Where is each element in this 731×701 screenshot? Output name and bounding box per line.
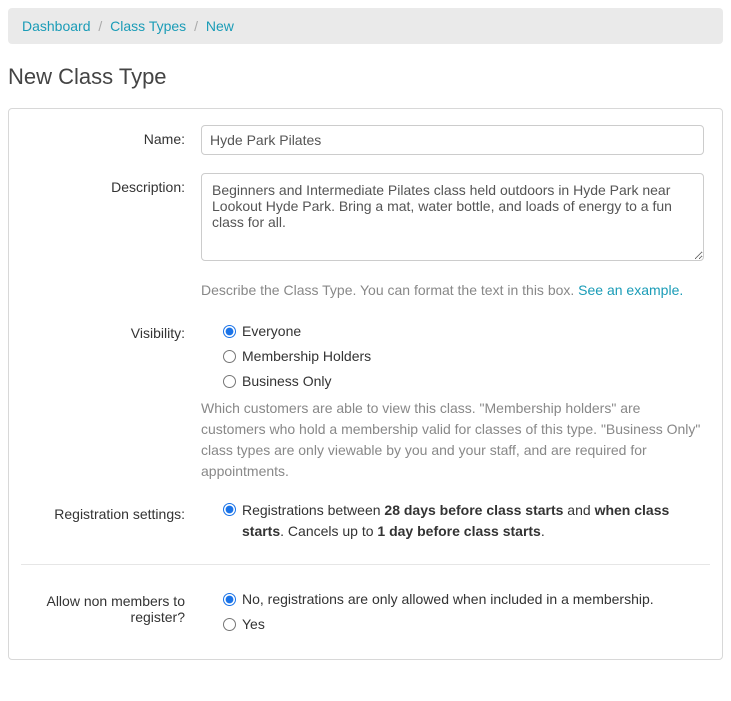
non-members-no-label[interactable]: No, registrations are only allowed when … (242, 589, 654, 610)
registration-option-radio[interactable] (223, 503, 236, 516)
registration-text: Registrations between 28 days before cla… (242, 500, 704, 542)
visibility-business-radio[interactable] (223, 375, 236, 388)
breadcrumb: Dashboard / Class Types / New (8, 8, 723, 44)
visibility-members-label[interactable]: Membership Holders (242, 346, 371, 367)
visibility-business-label[interactable]: Business Only (242, 371, 331, 392)
label-non-members: Allow non members to register? (21, 587, 201, 625)
description-help: Describe the Class Type. You can format … (201, 280, 704, 301)
breadcrumb-dashboard[interactable]: Dashboard (22, 18, 91, 34)
breadcrumb-class-types[interactable]: Class Types (110, 18, 186, 34)
label-name: Name: (21, 125, 201, 147)
visibility-everyone-label[interactable]: Everyone (242, 321, 301, 342)
non-members-yes-label[interactable]: Yes (242, 614, 265, 635)
breadcrumb-current: New (206, 18, 234, 34)
label-registration: Registration settings: (21, 500, 201, 522)
non-members-no-radio[interactable] (223, 593, 236, 606)
visibility-members-radio[interactable] (223, 350, 236, 363)
breadcrumb-separator: / (98, 18, 102, 34)
description-textarea[interactable]: Beginners and Intermediate Pilates class… (201, 173, 704, 261)
page-title: New Class Type (8, 64, 723, 90)
label-description: Description: (21, 173, 201, 195)
name-input[interactable] (201, 125, 704, 155)
breadcrumb-separator: / (194, 18, 198, 34)
non-members-yes-radio[interactable] (223, 618, 236, 631)
visibility-everyone-radio[interactable] (223, 325, 236, 338)
visibility-help: Which customers are able to view this cl… (201, 398, 704, 482)
label-visibility: Visibility: (21, 319, 201, 341)
see-example-link[interactable]: See an example. (578, 282, 683, 298)
form-panel: Name: Description: Beginners and Interme… (8, 108, 723, 660)
